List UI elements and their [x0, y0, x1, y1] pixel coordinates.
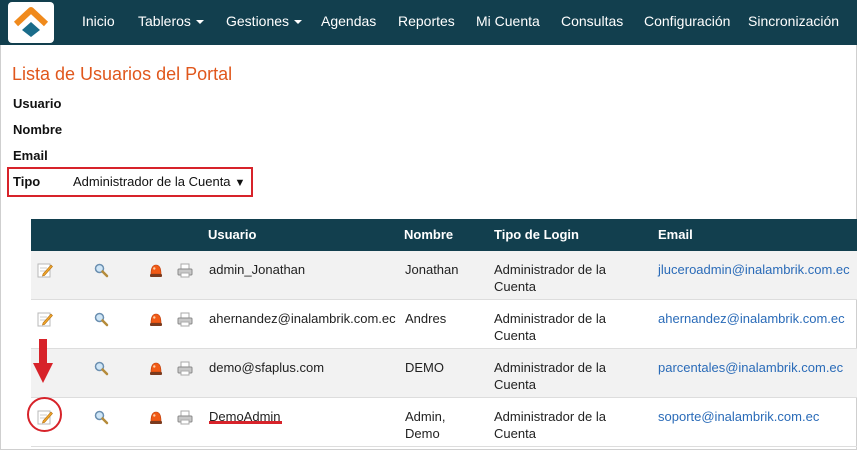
cell-email-link[interactable]: ahernandez@inalambrik.com.ec [658, 310, 845, 327]
table-header: Usuario Nombre Tipo de Login Email [31, 219, 857, 251]
tipo-select-value: Administrador de la Cuenta [73, 174, 231, 189]
nav-inicio-label: Inicio [82, 13, 115, 29]
table-row: admin_Jonathan Jonathan Administrador de… [31, 251, 857, 300]
dropdown-arrow-icon: ▼ [234, 177, 246, 189]
nav-consultas-label: Consultas [561, 13, 624, 29]
edit-icon[interactable] [37, 311, 55, 329]
nav-consultas[interactable]: Consultas [561, 0, 623, 45]
usuario-label: Usuario [13, 96, 62, 111]
table-row: ahernandez@inalambrik.com.ec Andres Admi… [31, 300, 857, 349]
nav-inicio[interactable]: Inicio [82, 0, 115, 45]
nav-gestiones-label: Gestiones [226, 13, 290, 29]
search-icon[interactable] [93, 262, 111, 280]
nav-sincronizacion[interactable]: Sincronización [748, 0, 839, 45]
tipo-select[interactable]: Administrador de la Cuenta ▼ [73, 174, 245, 189]
cell-nombre: Admin, Demo [405, 409, 446, 441]
header-tipo-login[interactable]: Tipo de Login [494, 219, 579, 251]
search-icon[interactable] [93, 409, 111, 427]
alarm-icon[interactable] [148, 262, 166, 280]
chevron-down-icon [294, 20, 303, 24]
alarm-icon[interactable] [148, 360, 166, 378]
nav-tableros-label: Tableros [138, 13, 191, 29]
nav-mi-cuenta[interactable]: Mi Cuenta [476, 0, 540, 45]
cell-usuario: ahernandez@inalambrik.com.ec [209, 311, 396, 326]
highlight-underline [209, 421, 282, 424]
nav-gestiones[interactable]: Gestiones [226, 0, 303, 45]
alarm-icon[interactable] [148, 409, 166, 427]
table-row: DemoAdmin Admin, Demo Administrador de l… [31, 398, 857, 447]
nav-configuracion[interactable]: Configuración [644, 0, 730, 45]
alarm-icon[interactable] [148, 311, 166, 329]
cell-email-link[interactable]: jluceroadmin@inalambrik.com.ec [658, 261, 850, 278]
nav-agendas[interactable]: Agendas [321, 0, 376, 45]
nav-mi-cuenta-label: Mi Cuenta [476, 13, 540, 29]
top-navbar: Inicio Tableros Gestiones Agendas Report… [0, 0, 857, 45]
cell-tipo: Administrador de la Cuenta [494, 311, 606, 343]
cell-email-link[interactable]: parcentales@inalambrik.com.ec [658, 359, 843, 376]
chevron-down-icon [195, 20, 204, 24]
nav-sincronizacion-label: Sincronización [748, 13, 840, 29]
down-arrow-icon [33, 339, 53, 388]
search-icon[interactable] [93, 360, 111, 378]
table-row: demo@sfaplus.com DEMO Administrador de l… [31, 349, 857, 398]
cell-email-link[interactable]: soporte@inalambrik.com.ec [658, 408, 819, 425]
cell-nombre: Andres [405, 311, 447, 326]
print-icon[interactable] [177, 409, 195, 427]
nav-tableros[interactable]: Tableros [138, 0, 204, 45]
cell-nombre: DEMO [405, 360, 444, 375]
search-icon[interactable] [93, 311, 111, 329]
header-nombre[interactable]: Nombre [404, 219, 453, 251]
print-icon[interactable] [177, 311, 195, 329]
header-email[interactable]: Email [658, 219, 693, 251]
nav-agendas-label: Agendas [321, 13, 377, 29]
cell-usuario: demo@sfaplus.com [209, 360, 325, 375]
nav-reportes[interactable]: Reportes [398, 0, 455, 45]
email-label: Email [13, 148, 48, 163]
edit-icon[interactable] [37, 262, 55, 280]
nombre-label: Nombre [13, 122, 63, 137]
nav-reportes-label: Reportes [398, 13, 455, 29]
cell-usuario: admin_Jonathan [209, 262, 306, 277]
cell-tipo: Administrador de la Cuenta [494, 262, 606, 294]
header-usuario[interactable]: Usuario [208, 219, 256, 251]
tipo-label: Tipo [13, 174, 41, 189]
cell-nombre: Jonathan [405, 262, 459, 277]
logo-icon[interactable] [8, 2, 54, 43]
print-icon[interactable] [177, 262, 195, 280]
highlight-circle [27, 397, 62, 432]
print-icon[interactable] [177, 360, 195, 378]
cell-tipo: Administrador de la Cuenta [494, 409, 606, 441]
nav-configuracion-label: Configuración [644, 13, 731, 29]
cell-tipo: Administrador de la Cuenta [494, 360, 606, 392]
page-title: Lista de Usuarios del Portal [12, 64, 233, 84]
